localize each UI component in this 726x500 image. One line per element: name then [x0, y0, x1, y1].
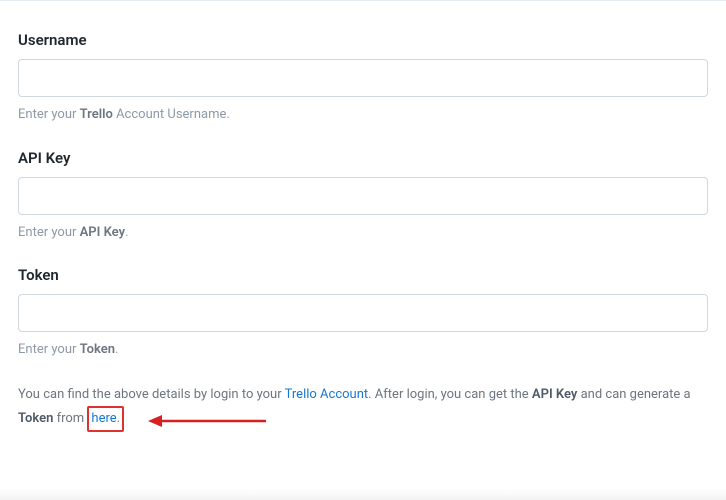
token-help: Enter your Token. — [18, 340, 708, 360]
help-text-bold: API Key — [80, 225, 125, 240]
help-text-part: Enter your — [18, 225, 80, 240]
help-text-part: Enter your — [18, 342, 80, 357]
info-text: You can find the above details by login … — [18, 384, 708, 432]
token-label: Token — [18, 266, 708, 284]
apikey-label: API Key — [18, 149, 708, 167]
apikey-help: Enter your API Key. — [18, 223, 708, 243]
username-field-group: Username Enter your Trello Account Usern… — [18, 31, 708, 125]
help-text-part: Enter your — [18, 107, 80, 122]
token-field-group: Token Enter your Token. — [18, 266, 708, 360]
help-text-part: . — [115, 342, 118, 357]
info-part: from — [53, 411, 87, 426]
info-part: . After login, you can get the — [368, 387, 532, 402]
apikey-input[interactable] — [18, 177, 708, 215]
footer-shadow — [0, 486, 726, 500]
form-container: Username Enter your Trello Account Usern… — [0, 0, 726, 452]
info-part: . — [117, 411, 120, 426]
help-text-bold: Token — [80, 342, 115, 357]
here-link[interactable]: here — [91, 411, 116, 426]
info-part: and can generate a — [577, 387, 690, 402]
info-bold: Token — [18, 411, 53, 426]
username-help: Enter your Trello Account Username. — [18, 105, 708, 125]
apikey-field-group: API Key Enter your API Key. — [18, 149, 708, 243]
info-part: You can find the above details by login … — [18, 387, 285, 402]
info-bold: API Key — [532, 387, 577, 402]
trello-account-link[interactable]: Trello Account — [285, 387, 369, 402]
help-text-bold: Trello — [80, 107, 113, 122]
help-text-part: . — [125, 225, 128, 240]
username-input[interactable] — [18, 59, 708, 97]
help-text-part: Account Username. — [113, 107, 230, 122]
here-link-highlight: here. — [87, 406, 124, 432]
token-input[interactable] — [18, 294, 708, 332]
username-label: Username — [18, 31, 708, 49]
